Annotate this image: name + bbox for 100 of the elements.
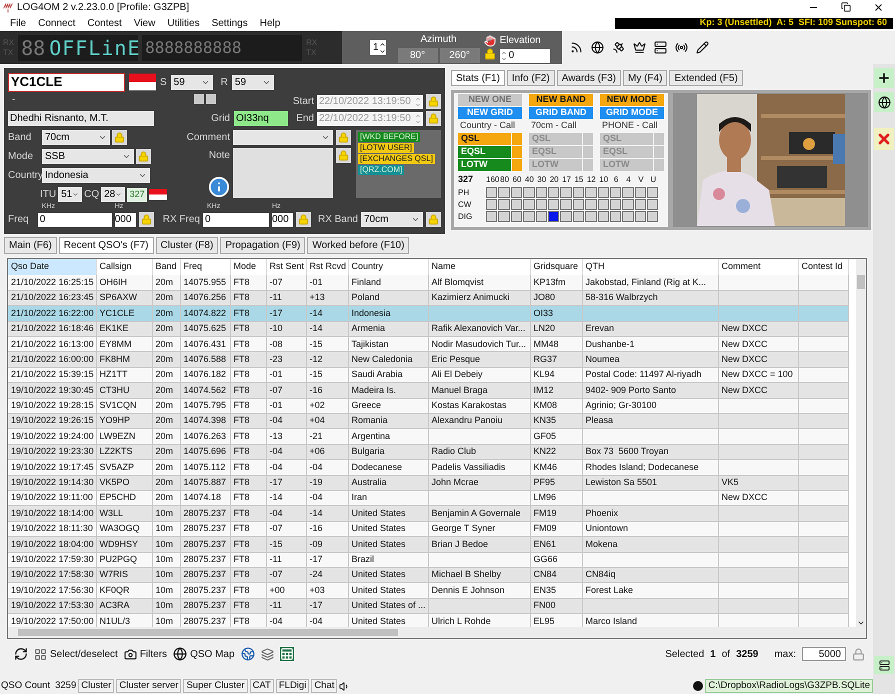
rx-band-select[interactable]: 70cm	[361, 212, 423, 226]
menu-item[interactable]: Connect	[38, 16, 76, 30]
table-row[interactable]: 21/10/2022 16:23:45 SP6AXW 20m 14076.256 FT8 -11 +13 Poland Kazimierz Animucki JO80 58-316 Walbrzych	[8, 290, 848, 306]
menu-item[interactable]: Help	[260, 16, 280, 30]
grid-field[interactable]: OI33nq	[234, 111, 288, 126]
lock-button[interactable]	[296, 212, 311, 226]
column-header[interactable]: Comment	[718, 259, 798, 275]
column-header[interactable]: Qso Date	[8, 259, 96, 275]
rst-sent-select[interactable]: 59	[170, 74, 213, 90]
column-header[interactable]: Band	[152, 259, 180, 275]
spreadsheet-icon[interactable]	[280, 647, 294, 661]
column-header[interactable]: Rst Sent	[266, 259, 306, 275]
info-icon[interactable]	[208, 176, 230, 198]
table-row[interactable]: 21/10/2022 16:22:00 YC1CLE 20m 14074.822 FT8 -17 -14 Indonesia OI33	[8, 306, 848, 322]
restore-icon[interactable]	[841, 2, 851, 12]
scrollbar-thumb[interactable]	[18, 629, 398, 636]
lock-button[interactable]	[426, 212, 441, 226]
lock-button[interactable]	[138, 212, 154, 226]
tab[interactable]: Worked before (F10)	[307, 237, 410, 254]
satellite-icon[interactable]	[612, 41, 625, 54]
tab[interactable]: Awards (F3)	[556, 70, 621, 86]
tab[interactable]: Propagation (F9)	[220, 237, 306, 254]
table-row[interactable]: 19/10/2022 18:04:00 WD9HSY 10m 28075.237 FT8 -15 -09 United States Brian J Bedoe EN61 Mokena	[8, 536, 848, 552]
delete-button[interactable]	[874, 128, 894, 150]
radio-icon[interactable]	[675, 41, 688, 54]
globe-icon[interactable]	[591, 41, 604, 54]
mode-select[interactable]: SSB	[42, 149, 134, 164]
table-row[interactable]: 19/10/2022 19:11:00 EP5CHD 20m 14074.18 FT8 -14 -04 Iran LM96 New DXCC	[8, 490, 848, 506]
column-header[interactable]: QTH	[582, 259, 718, 275]
tab[interactable]: Main (F6)	[4, 237, 57, 254]
status-bar-button[interactable]: Cluster server	[116, 679, 182, 693]
column-header[interactable]: Country	[348, 259, 428, 275]
globe-icon[interactable]	[173, 647, 188, 661]
signal-icon[interactable]	[570, 41, 583, 54]
speaker-icon[interactable]	[339, 680, 350, 692]
column-header[interactable]: Gridsquare	[530, 259, 582, 275]
status-bar-button[interactable]: FLDigi	[276, 679, 310, 693]
cq-select[interactable]: 28	[101, 187, 126, 202]
table-row[interactable]: 19/10/2022 19:17:45 SV5AZP 20m 14075.112 FT8 -04 -04 Dodecanese Padelis Vassiliadis KM46 Rhodes Island; Dodecanese	[8, 460, 848, 476]
table-row[interactable]: 19/10/2022 18:11:30 WA3OGQ 10m 28075.237 FT8 -07 -16 United States George T Syner FM09 Uniontown	[8, 521, 848, 537]
table-row[interactable]: 19/10/2022 17:56:30 KF0QR 10m 28075.237 FT8 +00 +03 United States Dennis E Johnson EN35 Forest Lake	[8, 582, 848, 598]
table-row[interactable]: 21/10/2022 16:18:46 EK1KE 20m 14075.625 FT8 -10 -14 Armenia Rafik Alexanovich Var... LN20 Erevan New DXCC	[8, 321, 848, 337]
table-row[interactable]: 19/10/2022 19:24:00 LW9EZN 20m 14076.263 FT8 -13 -21 Argentina GF05	[8, 428, 848, 444]
table-row[interactable]: 19/10/2022 19:23:30 LZ2KTS 20m 14075.696 FT8 -04 +06 Bulgaria Radio Club KN22 Box 73 5600 Troyan	[8, 444, 848, 460]
menu-item[interactable]: Utilities	[167, 16, 200, 30]
rx-freq-field[interactable]: 0	[202, 212, 269, 226]
table-row[interactable]: 21/10/2022 16:25:15 OH6IH 20m 14075.955 FT8 -07 -01 Finland Alf Blomqvist KP13fm Jakobstad, Finland (Rig at K...	[8, 275, 848, 290]
column-header[interactable]: Contest Id	[798, 259, 848, 275]
table-row[interactable]: 19/10/2022 17:53:30 AC3RA 10m 28075.237 FT8 -11 -17 United States of ... FN00	[8, 598, 848, 614]
menu-item[interactable]: Contest	[87, 16, 122, 30]
status-bar-button[interactable]: Chat	[311, 679, 338, 693]
add-button[interactable]	[874, 68, 894, 88]
menu-item[interactable]: View	[134, 16, 156, 30]
status-bar-button[interactable]: Cluster	[78, 679, 114, 693]
table-row[interactable]: 19/10/2022 19:30:45 CT3HU 20m 14074.562 FT8 -07 -16 Madeira Is. Manuel Braga IM12 9402- 909 Porto Santo New DXCC	[8, 382, 848, 398]
earth-icon[interactable]	[240, 647, 255, 661]
tab[interactable]: Recent QSO's (F7)	[58, 237, 154, 254]
menu-item[interactable]: File	[10, 16, 26, 30]
stop-icon[interactable]	[484, 35, 496, 47]
table-row[interactable]: 19/10/2022 17:59:30 PU2PGQ 10m 28075.237 FT8 -11 -17 Brazil GG66	[8, 552, 848, 568]
rotator-spinner[interactable]: 1	[370, 40, 386, 55]
table-row[interactable]: 19/10/2022 18:14:00 W3LL 10m 28075.237 FT8 -04 -14 United States Benjamin A Governale FM19 Phoenix	[8, 506, 848, 522]
camera-icon[interactable]	[124, 648, 137, 660]
column-header[interactable]: Freq	[180, 259, 230, 275]
table-row[interactable]: 21/10/2022 15:39:15 HZ1TT 20m 14076.182 FT8 -01 -15 Saudi Arabia Ali El Debeiy KL94 Postal Code: 11497 Al-riyadh New DXCC = 100	[8, 367, 848, 383]
freq-field[interactable]: 0	[38, 212, 112, 226]
elevation-field[interactable]: 0	[500, 48, 550, 62]
filters-button[interactable]: Filters	[140, 646, 168, 662]
column-header[interactable]: Mode	[230, 259, 266, 275]
max-field[interactable]: 5000	[802, 647, 846, 661]
tab[interactable]: My (F4)	[622, 70, 668, 86]
column-header[interactable]: Callsign	[96, 259, 152, 275]
status-bar-button[interactable]: CAT	[250, 679, 274, 693]
azimuth-button[interactable]: 260°	[440, 48, 480, 63]
menu-item[interactable]: Settings	[212, 16, 248, 30]
tab[interactable]: Info (F2)	[506, 70, 555, 86]
column-header[interactable]: Rst Rcvd	[306, 259, 348, 275]
table-row[interactable]: 21/10/2022 16:00:00 FK8HM 20m 14076.588 FT8 -23 -12 New Caledonia Eric Pesque RG37 Noumea New DXCC	[8, 352, 848, 368]
grid-icon[interactable]	[34, 648, 47, 660]
tab[interactable]: Stats (F1)	[451, 70, 505, 86]
select-deselect-button[interactable]: Select/deselect	[50, 646, 118, 662]
tab[interactable]: Extended (F5)	[669, 70, 743, 86]
table-row[interactable]: 19/10/2022 19:14:30 VK5PO 20m 14075.887 FT8 -17 -19 Australia John Mcrae PF95 Lewiston Sa 5501 VK5	[8, 475, 848, 490]
crown-icon[interactable]	[633, 41, 646, 54]
horizontal-scrollbar[interactable]	[8, 627, 866, 638]
qso-map-button[interactable]: QSO Map	[190, 646, 235, 662]
tab[interactable]: Cluster (F8)	[156, 237, 218, 254]
band-select[interactable]: 70cm	[42, 130, 110, 145]
scrollbar-thumb[interactable]	[857, 275, 865, 289]
rx-freq-hz-field[interactable]: 000	[272, 212, 293, 226]
vertical-scrollbar[interactable]	[856, 259, 866, 627]
note-field[interactable]	[233, 148, 333, 198]
close-icon[interactable]	[873, 2, 884, 13]
azimuth-button[interactable]: 80°	[398, 48, 438, 63]
refresh-icon[interactable]	[14, 647, 28, 661]
table-row[interactable]: 21/10/2022 16:13:00 EY8MM 20m 14076.431 FT8 -08 -15 Tajikistan Nodir Masudovich Tur... MM48 Dushanbe-1 New DXCC	[8, 336, 848, 352]
table-row[interactable]: 19/10/2022 17:58:30 W7RIS 10m 28075.237 FT8 -07 -24 United States Michael B Shelby CN84 CN84iq	[8, 567, 848, 583]
rst-rcvd-select[interactable]: 59	[232, 74, 274, 90]
table-row[interactable]: 19/10/2022 19:28:15 SV1CQN 20m 14075.795 FT8 -01 +02 Greece Kostas Karakostas KM08 Agrinio; Gr-30100	[8, 398, 848, 414]
padlock-icon[interactable]	[484, 48, 496, 60]
